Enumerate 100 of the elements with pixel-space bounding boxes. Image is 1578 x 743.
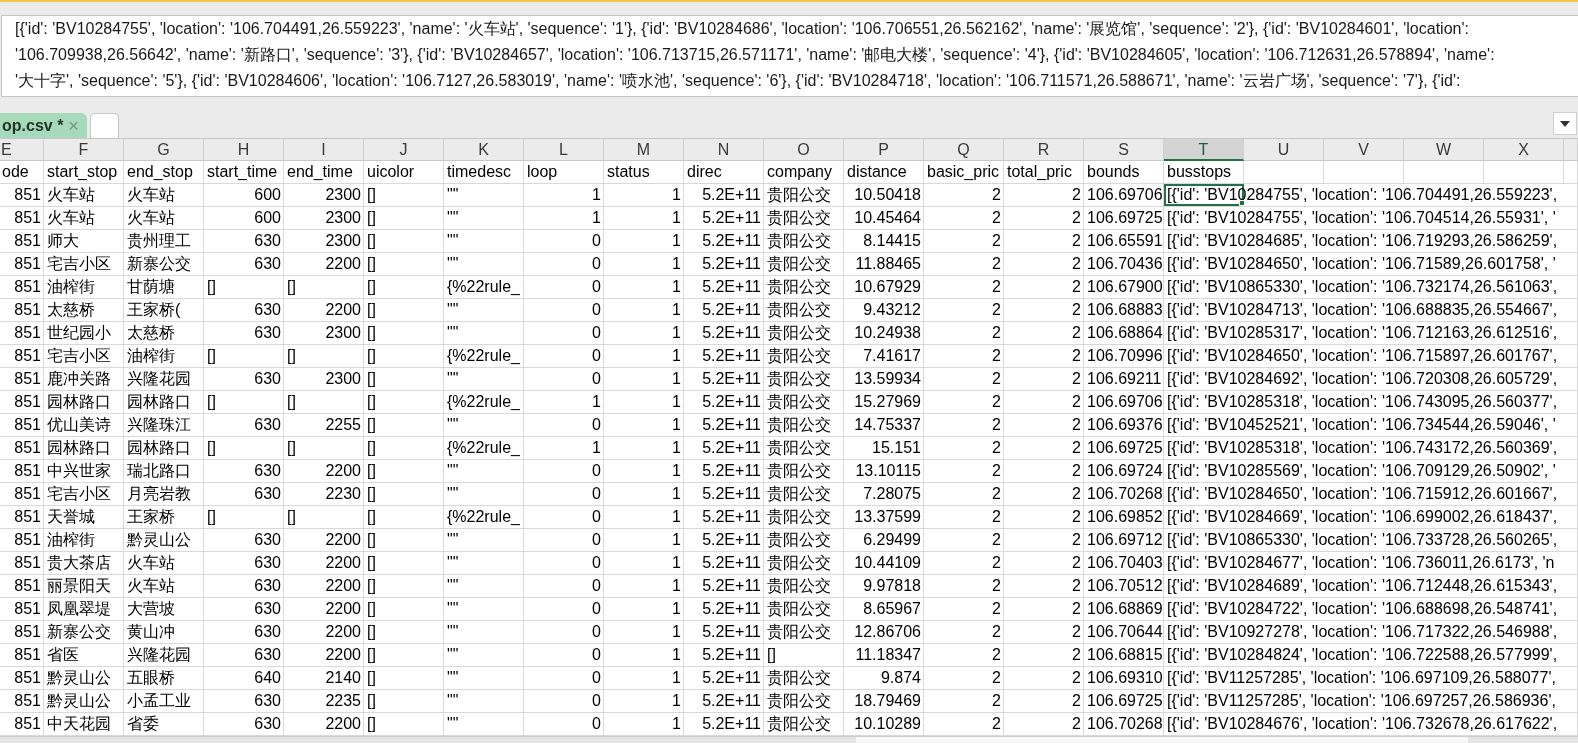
table-cell[interactable]: "" [444,230,524,252]
table-cell[interactable]: 2 [1004,644,1084,666]
table-cell[interactable]: 2 [924,345,1004,367]
table-cell[interactable]: {%22rule_ [444,391,524,413]
table-cell[interactable]: [] [364,414,444,436]
header-cell[interactable]: status [604,161,684,183]
table-cell[interactable]: 2 [924,621,1004,643]
table-cell[interactable]: 1 [604,276,684,298]
table-cell[interactable]: 2200 [284,713,364,735]
table-cell[interactable]: 2 [1004,207,1084,229]
table-cell[interactable]: 2230 [284,483,364,505]
table-cell[interactable]: 15.151 [844,437,924,459]
table-cell[interactable]: 油榨街 [44,529,124,551]
table-cell[interactable]: 106.68869 [1084,598,1164,620]
table-cell[interactable]: 2 [924,299,1004,321]
table-cell[interactable]: 贵阳公交 [764,552,844,574]
table-cell[interactable]: 师大 [44,230,124,252]
table-cell[interactable]: [] [364,575,444,597]
table-cell[interactable]: 8.65967 [844,598,924,620]
table-cell[interactable]: 630 [204,529,284,551]
tab-list-button[interactable] [1553,112,1577,135]
table-cell[interactable]: 油榨街 [44,276,124,298]
table-cell[interactable]: 新寨公交 [44,621,124,643]
table-cell[interactable]: 851 [0,529,44,551]
table-cell[interactable]: 5.2E+11 [684,483,764,505]
column-header[interactable]: M [604,139,684,161]
table-cell[interactable]: 10.67929 [844,276,924,298]
table-cell[interactable]: 851 [0,667,44,689]
column-header[interactable]: G [124,139,204,161]
table-cell[interactable]: 13.10115 [844,460,924,482]
table-cell[interactable]: 2 [1004,598,1084,620]
table-cell[interactable]: 2 [1004,483,1084,505]
table-cell[interactable]: 1 [604,552,684,574]
table-cell[interactable]: "" [444,667,524,689]
table-cell[interactable]: 2200 [284,253,364,275]
table-cell[interactable]: [] [204,391,284,413]
table-cell[interactable]: [{'id': 'BV11257285', 'location': '106.697109,26.588077', [1164,667,1578,689]
table-cell[interactable]: 2 [1004,529,1084,551]
table-cell[interactable]: 大营坡 [124,598,204,620]
table-cell[interactable]: 7.41617 [844,345,924,367]
table-cell[interactable]: [{'id': 'BV10284755', 'location': '106.704514,26.55931', ' [1164,207,1578,229]
table-cell[interactable]: 18.79469 [844,690,924,712]
table-cell[interactable]: "" [444,598,524,620]
table-cell[interactable]: [{'id': 'BV10284722', 'location': '106.688698,26.548741', [1164,598,1578,620]
table-cell[interactable]: 贵阳公交 [764,437,844,459]
table-cell[interactable]: 2 [924,713,1004,735]
header-cell[interactable]: timedesc [444,161,524,183]
table-cell[interactable]: 贵阳公交 [764,207,844,229]
table-cell[interactable]: 106.70996 [1084,345,1164,367]
column-header[interactable]: Q [924,139,1004,161]
table-cell[interactable]: 630 [204,299,284,321]
table-cell[interactable]: 0 [524,414,604,436]
table-cell[interactable]: 851 [0,207,44,229]
table-cell[interactable]: 贵阳公交 [764,506,844,528]
table-cell[interactable]: 2 [924,460,1004,482]
table-cell[interactable]: 5.2E+11 [684,552,764,574]
column-header[interactable]: F [44,139,124,161]
table-cell[interactable]: 5.2E+11 [684,460,764,482]
table-cell[interactable]: [] [364,621,444,643]
table-cell[interactable]: 5.2E+11 [684,253,764,275]
column-header[interactable]: V [1324,139,1404,161]
table-cell[interactable]: 0 [524,276,604,298]
table-cell[interactable]: 10.10289 [844,713,924,735]
table-cell[interactable]: 火车站 [124,552,204,574]
table-cell[interactable]: 2300 [284,368,364,390]
table-cell[interactable]: 天誉城 [44,506,124,528]
table-cell[interactable]: 630 [204,713,284,735]
column-header[interactable]: T [1164,139,1244,161]
table-cell[interactable]: 106.68864 [1084,322,1164,344]
table-cell[interactable]: [{'id': 'BV10284713', 'location': '106.688835,26.554667', [1164,299,1578,321]
blank-tab[interactable] [90,113,119,138]
table-cell[interactable]: "" [444,184,524,206]
table-cell[interactable]: 2 [924,368,1004,390]
table-cell[interactable]: 9.874 [844,667,924,689]
table-cell[interactable]: 1 [524,437,604,459]
header-cell[interactable]: loop [524,161,604,183]
table-cell[interactable]: 2 [1004,552,1084,574]
table-cell[interactable]: "" [444,368,524,390]
table-cell[interactable]: 630 [204,253,284,275]
table-cell[interactable]: 630 [204,483,284,505]
table-cell[interactable]: [{'id': 'BV10284650', 'location': '106.715897,26.601767', [1164,345,1578,367]
table-cell[interactable]: 106.70268 [1084,483,1164,505]
table-cell[interactable]: 2 [1004,621,1084,643]
table-cell[interactable]: 中天花园 [44,713,124,735]
table-cell[interactable]: 5.2E+11 [684,644,764,666]
formula-bar-field[interactable]: [{'id': 'BV10284755', 'location': '106.704491,26.559223', 'name': '火车站', 'sequence': '1'}, {'id': 'BV10284686', 'location': '106.706551,26.562162', 'name': '展览馆', 'sequence': '2'}, {'id': 'BV10284601', 'location': '106.709938,26.56642', 'name': '新路口', 'sequence': '3'}, {'id': 'BV10284657', 'location': '106.713715,26.571171', 'name': '邮电大楼', 'sequence': '4'}, {'id': 'BV10284605', 'location': '106.712631,26.578894', 'name': '大十字', 'sequence': '5'}, {'id': 'BV10284606', 'location': '106.7127,26.583019', 'name': '喷水池', 'sequence': '6'}, {'id': 'BV10284718', 'location': '106.711571,26.588671', 'name': '云岩广场', 'sequence': '7'}, {'id': [1,15,1578,97]
table-cell[interactable]: 851 [0,552,44,574]
table-cell[interactable]: "" [444,322,524,344]
table-cell[interactable]: [{'id': 'BV10285569', 'location': '106.709129,26.50902', ' [1164,460,1578,482]
table-cell[interactable]: [{'id': 'BV11257285', 'location': '106.697257,26.586936', [1164,690,1578,712]
table-cell[interactable]: 0 [524,368,604,390]
table-cell[interactable]: [] [364,598,444,620]
table-cell[interactable]: [{'id': 'BV10285318', 'location': '106.743095,26.560377', [1164,391,1578,413]
table-cell[interactable]: 106.70644 [1084,621,1164,643]
table-cell[interactable]: 2 [924,207,1004,229]
table-cell[interactable]: 5.2E+11 [684,207,764,229]
table-cell[interactable]: 2 [924,667,1004,689]
table-cell[interactable]: 0 [524,460,604,482]
header-cell[interactable]: bounds [1084,161,1164,183]
table-cell[interactable]: [{'id': 'BV10927278', 'location': '106.717322,26.546988', [1164,621,1578,643]
